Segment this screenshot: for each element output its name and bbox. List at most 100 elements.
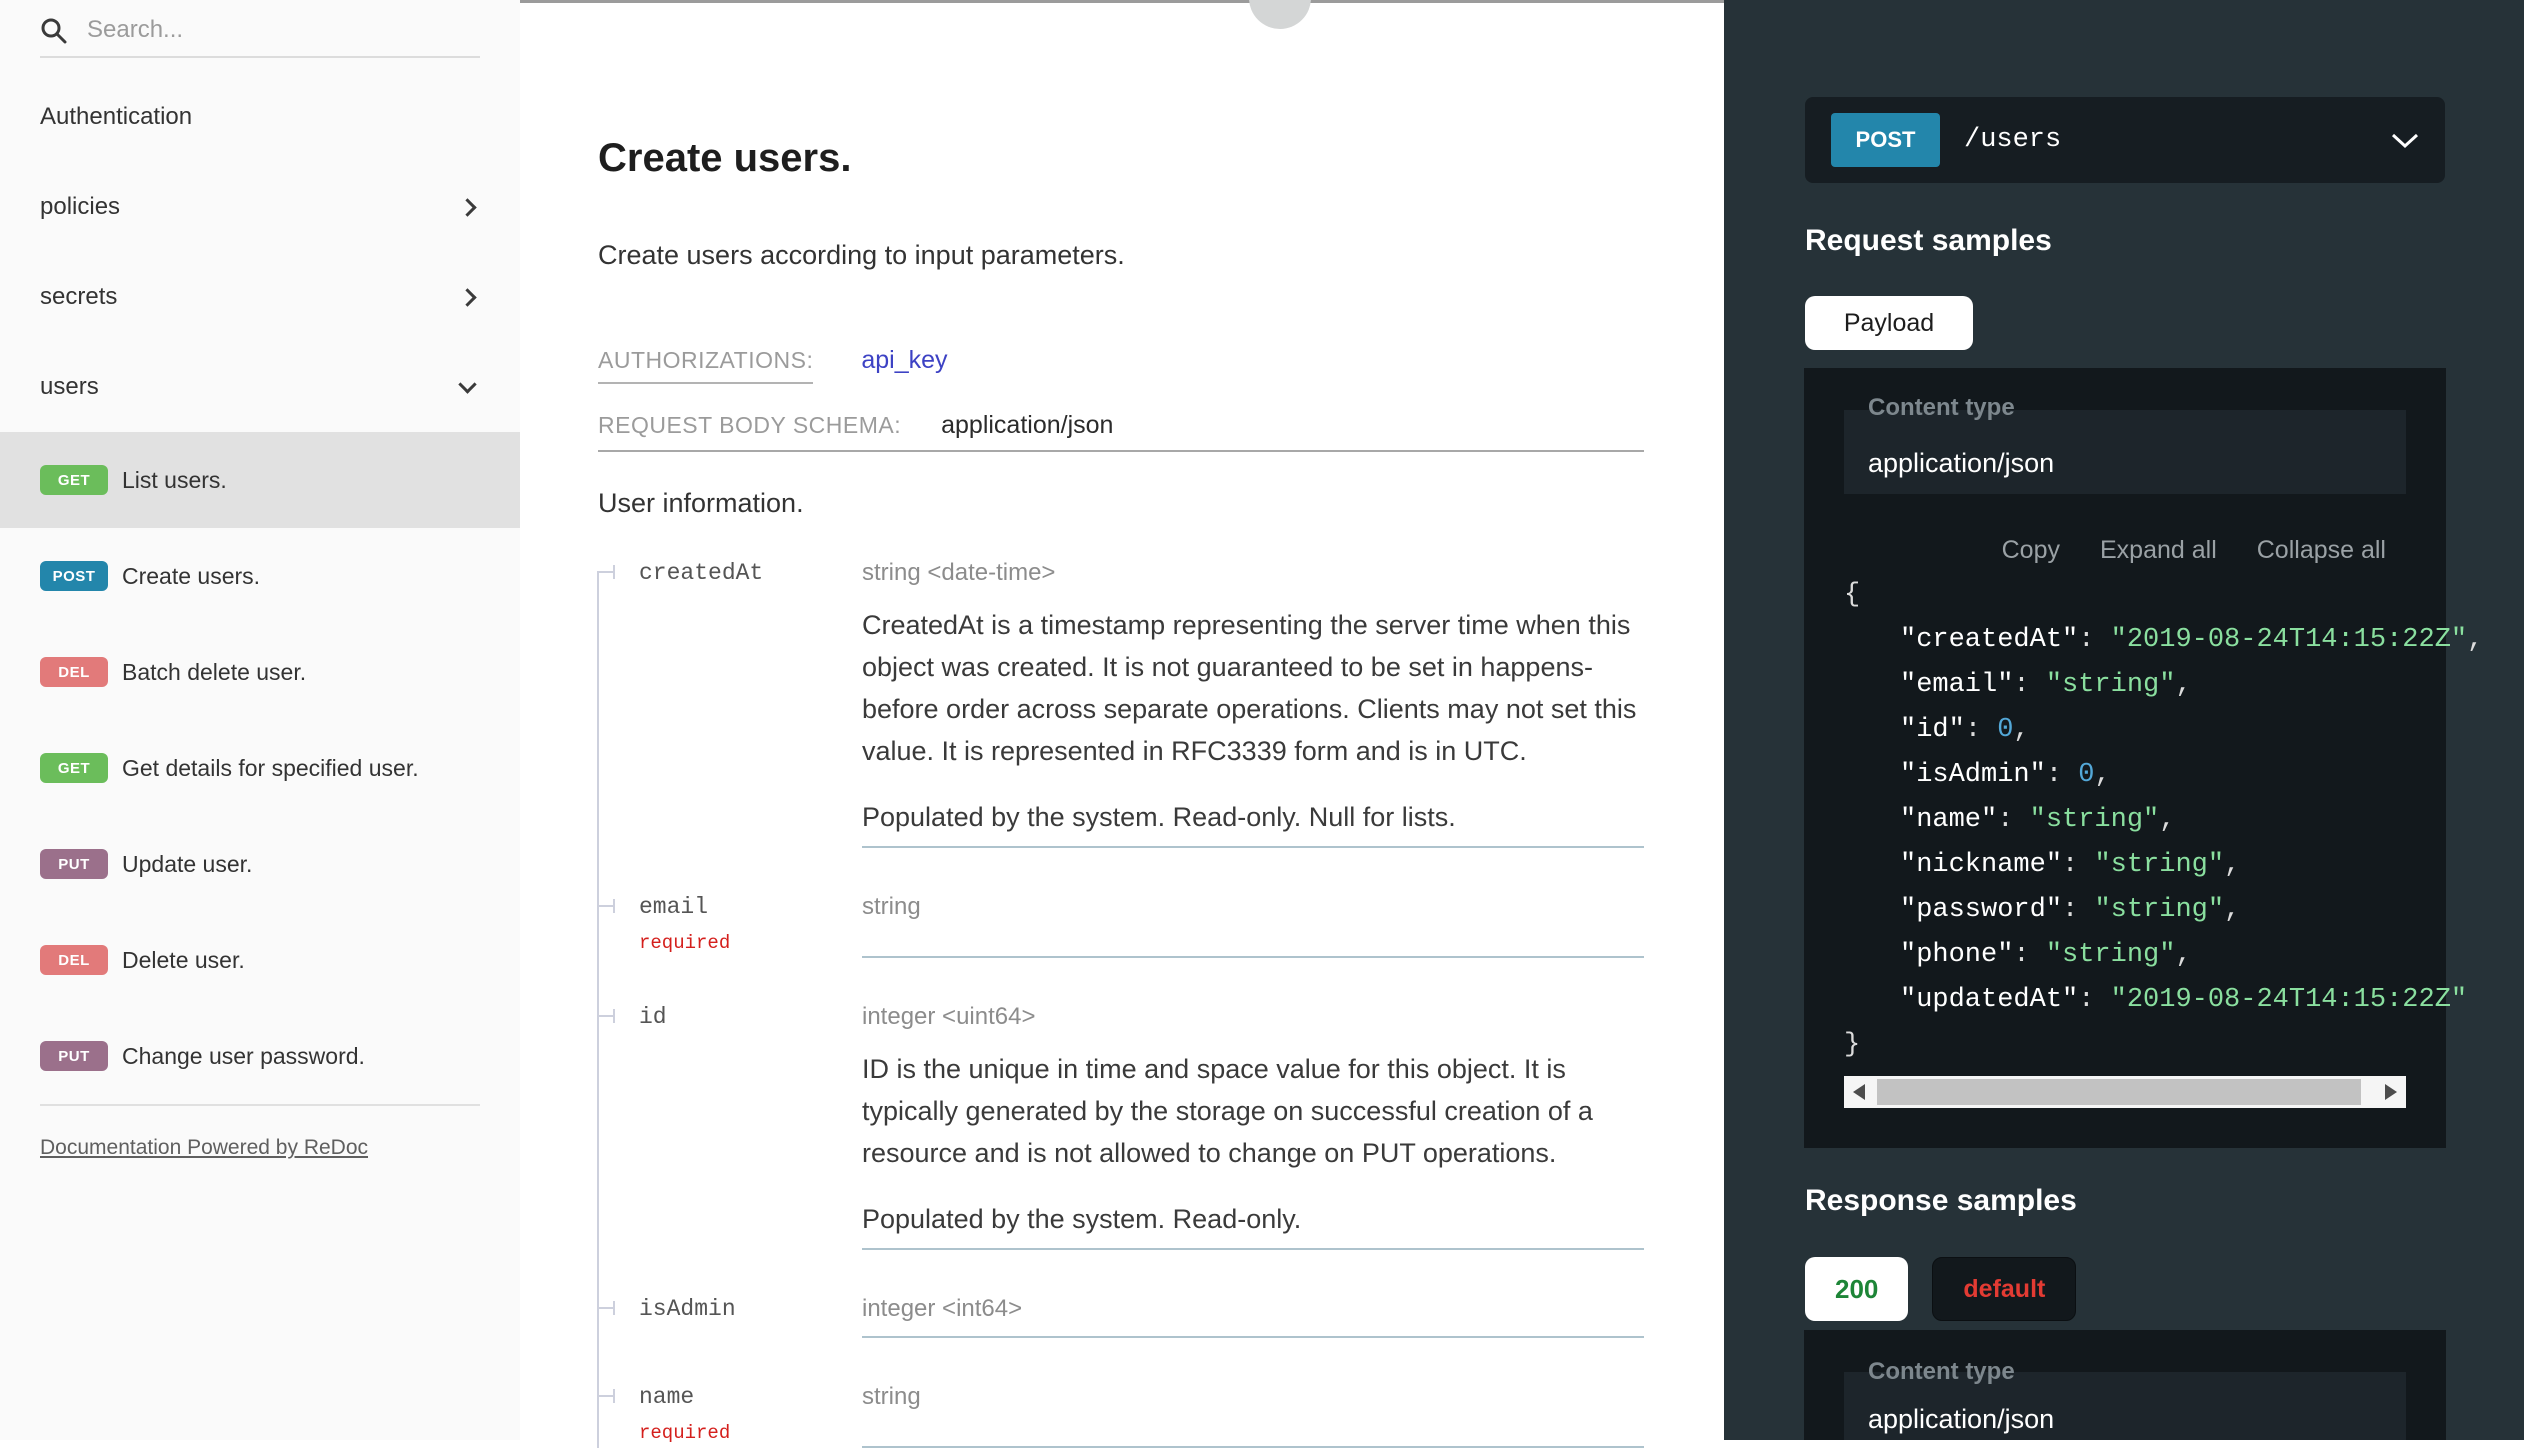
horizontal-scrollbar[interactable] <box>1844 1076 2406 1108</box>
field-details: string <date-time> CreatedAt is a timest… <box>862 558 1644 848</box>
method-badge: PUT <box>40 849 108 879</box>
sidebar-operation[interactable]: DEL Delete user. <box>0 912 520 1008</box>
section-divider-line <box>520 0 1724 3</box>
field-type: string <date-time> <box>862 558 1644 588</box>
code-line: "name": "string", <box>1844 798 2483 843</box>
field-type: string <box>862 892 1644 922</box>
chevron-down-icon <box>2391 133 2419 149</box>
search-box[interactable] <box>40 0 480 58</box>
method-badge: POST <box>40 561 108 591</box>
response-samples-title: Response samples <box>1805 1184 2077 1218</box>
content-type-label: Content type <box>1868 394 2015 422</box>
operation-description: Create users according to input paramete… <box>598 238 1644 272</box>
endpoint-dropdown[interactable]: POST /users <box>1805 97 2445 183</box>
response-tabs: 200 default <box>1805 1257 2076 1321</box>
authorizations-row: AUTHORIZATIONS: api_key <box>598 346 1644 384</box>
code-line: "phone": "string", <box>1844 933 2483 978</box>
content-type-value: application/json <box>1868 448 2054 479</box>
code-line: } <box>1844 1023 2483 1068</box>
schema-field-row: createdAt string <date-time> CreatedAt i… <box>597 558 1644 848</box>
content-type-select[interactable]: application/json <box>1844 410 2406 494</box>
search-input[interactable] <box>87 16 480 44</box>
tab-payload[interactable]: Payload <box>1805 296 1973 350</box>
sidebar-group-list: Authentication policies secrets users <box>0 72 520 432</box>
sidebar-operation-label: Get details for specified user. <box>122 752 419 784</box>
code-line: "email": "string", <box>1844 663 2483 708</box>
main-content: Create users. Create users according to … <box>520 0 1724 1440</box>
sidebar-footer: Documentation Powered by ReDoc <box>40 1104 480 1160</box>
request-body-schema-value: application/json <box>941 412 1113 438</box>
field-description: ID is the unique in time and space value… <box>862 1048 1644 1174</box>
copy-action[interactable]: Copy <box>2002 536 2060 565</box>
endpoint-path: /users <box>1964 125 2061 155</box>
field-required-flag: required <box>639 1418 862 1448</box>
schema-field-row: id integer <uint64> ID is the unique in … <box>597 1002 1644 1250</box>
code-line: "id": 0, <box>1844 708 2483 753</box>
method-badge: DEL <box>40 945 108 975</box>
redoc-footer-link[interactable]: Documentation Powered by ReDoc <box>40 1136 368 1159</box>
chevron-icon <box>458 375 476 393</box>
sidebar-group-secrets[interactable]: secrets <box>0 252 520 342</box>
field-details: string <box>862 892 1644 958</box>
sidebar-operation[interactable]: GET List users. <box>0 432 520 528</box>
sidebar-operation[interactable]: DEL Batch delete user. <box>0 624 520 720</box>
schema-field-row: email required string <box>597 892 1644 958</box>
field-name: email required <box>639 892 862 958</box>
field-note: Populated by the system. Read-only. Null… <box>862 800 1644 834</box>
request-sample-panel: Content type application/json Copy Expand… <box>1804 368 2446 1148</box>
sidebar-group-label: secrets <box>40 283 117 311</box>
request-samples-title: Request samples <box>1805 224 2052 258</box>
schema-field-row: isAdmin integer <int64> <box>597 1294 1644 1338</box>
sidebar-operation-label: List users. <box>122 464 227 496</box>
code-line: "createdAt": "2019-08-24T14:15:22Z", <box>1844 618 2483 663</box>
collapse-all-action[interactable]: Collapse all <box>2257 536 2386 565</box>
post-method-badge: POST <box>1831 113 1940 167</box>
field-details: integer <uint64> ID is the unique in tim… <box>862 1002 1644 1250</box>
sidebar-operation[interactable]: PUT Update user. <box>0 816 520 912</box>
schema-table: createdAt string <date-time> CreatedAt i… <box>597 558 1644 1448</box>
sidebar-group-label: policies <box>40 193 120 221</box>
method-badge: GET <box>40 465 108 495</box>
sidebar-group-users[interactable]: users <box>0 342 520 432</box>
content-type-label: Content type <box>1868 1358 2015 1386</box>
scroll-left-arrow-icon[interactable] <box>1853 1084 1865 1100</box>
sidebar-group-policies[interactable]: policies <box>0 162 520 252</box>
sidebar-operation-list: GET List users. POST Create users. DEL B… <box>0 432 520 1104</box>
field-name: isAdmin <box>639 1294 862 1338</box>
search-icon <box>40 17 67 44</box>
sidebar: Authentication policies secrets users GE… <box>0 0 520 1440</box>
request-sample-code: {"createdAt": "2019-08-24T14:15:22Z","em… <box>1844 573 2483 1068</box>
code-actions: Copy Expand all Collapse all <box>2002 536 2386 565</box>
authorizations-label: AUTHORIZATIONS: <box>598 347 813 384</box>
method-badge: DEL <box>40 657 108 687</box>
sidebar-operation-label: Delete user. <box>122 944 245 976</box>
code-line: "password": "string", <box>1844 888 2483 933</box>
code-line: "isAdmin": 0, <box>1844 753 2483 798</box>
field-note: Populated by the system. Read-only. <box>862 1202 1644 1236</box>
sidebar-group-authentication[interactable]: Authentication <box>0 72 520 162</box>
scroll-right-arrow-icon[interactable] <box>2385 1084 2397 1100</box>
field-name: name required <box>639 1382 862 1448</box>
api-key-link[interactable]: api_key <box>861 346 947 375</box>
sidebar-group-label: Authentication <box>40 103 192 131</box>
sidebar-group-label: users <box>40 373 99 401</box>
sidebar-operation[interactable]: PUT Change user password. <box>0 1008 520 1104</box>
field-name: createdAt <box>639 558 862 848</box>
expand-all-action[interactable]: Expand all <box>2100 536 2217 565</box>
scrollbar-thumb[interactable] <box>1877 1079 2361 1105</box>
field-description: CreatedAt is a timestamp representing th… <box>862 604 1644 772</box>
method-badge: GET <box>40 753 108 783</box>
sidebar-operation[interactable]: POST Create users. <box>0 528 520 624</box>
page-title: Create users. <box>598 0 1644 182</box>
schema-intro: User information. <box>598 486 1644 520</box>
chevron-icon <box>458 198 476 216</box>
content-type-value: application/json <box>1868 1404 2054 1435</box>
response-tab-default[interactable]: default <box>1932 1257 2076 1321</box>
sidebar-operation[interactable]: GET Get details for specified user. <box>0 720 520 816</box>
schema-field-row: name required string <box>597 1382 1644 1448</box>
samples-panel: POST /users Request samples Payload Cont… <box>1724 0 2524 1440</box>
response-tab-200[interactable]: 200 <box>1805 1257 1908 1321</box>
code-line: { <box>1844 573 2483 618</box>
field-required-flag: required <box>639 928 862 958</box>
request-body-schema-row: REQUEST BODY SCHEMA: application/json <box>598 412 1644 452</box>
